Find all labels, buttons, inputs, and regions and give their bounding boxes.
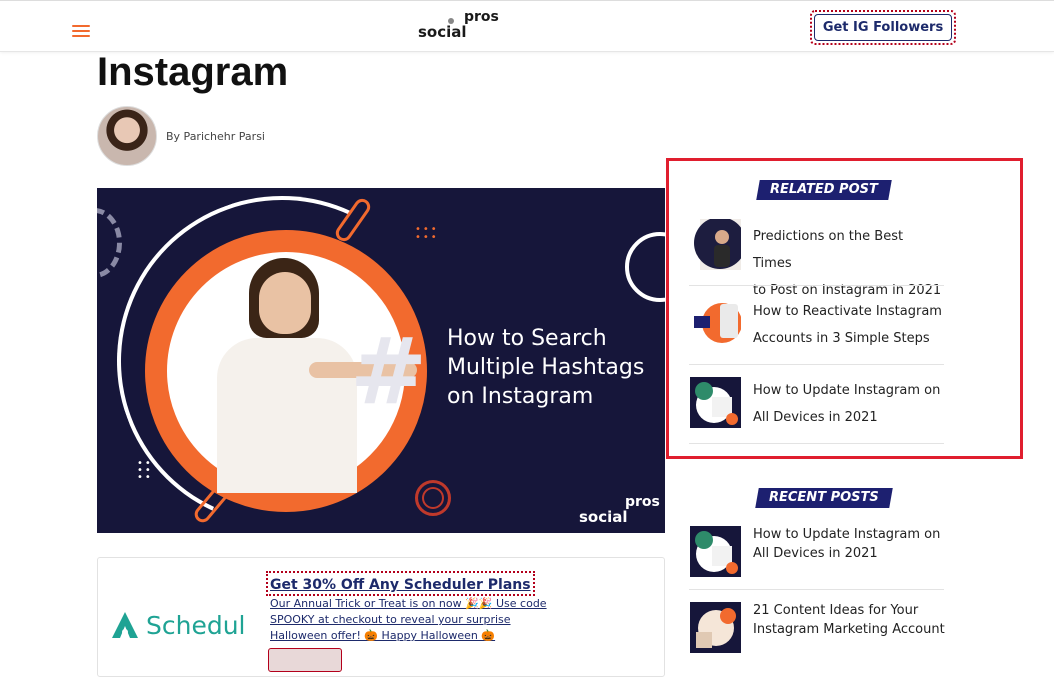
woman-pointing-illustration — [209, 258, 417, 493]
post-title-link[interactable]: How to Update Instagram on All Devices i… — [753, 525, 945, 563]
related-post-heading-text: RELATED POST — [770, 182, 878, 197]
decorative-ring-right — [625, 232, 665, 302]
related-post-item[interactable]: Predictions on the Best Times to Post on… — [689, 207, 944, 298]
hamburger-menu-icon[interactable] — [72, 25, 90, 39]
post-thumbnail[interactable] — [690, 298, 741, 349]
hero-headline-line: How to Search — [447, 326, 607, 351]
post-title-line: How to Update Instagram on — [753, 527, 941, 542]
site-header: social pros Get IG Followers — [0, 0, 1054, 52]
promo-title-focus-outline: Get 30% Off Any Scheduler Plans — [266, 571, 535, 596]
post-title-line: Accounts in 3 Simple Steps — [753, 331, 930, 346]
hero-headline: How to Search Multiple Hashtags on Insta… — [447, 324, 657, 411]
related-post-heading: RELATED POST — [756, 180, 892, 200]
post-title-link[interactable]: 21 Content Ideas for Your Instagram Mark… — [753, 601, 945, 639]
schedul-logo-icon — [110, 610, 140, 640]
decorative-ring-left — [97, 208, 122, 278]
promo-title-link[interactable]: Get 30% Off Any Scheduler Plans — [270, 577, 531, 593]
get-ig-followers-button[interactable]: Get IG Followers — [814, 14, 952, 41]
post-title-line: All Devices in 2021 — [753, 410, 878, 425]
post-thumbnail[interactable] — [690, 219, 741, 270]
dot-grid-icon: •••••• — [415, 224, 439, 243]
recent-post-item[interactable]: 21 Content Ideas for Your Instagram Mark… — [689, 590, 945, 669]
hero-headline-line: on Instagram — [447, 384, 594, 409]
hero-image: ••• ••• •• •• •• # How to Search Multiple H… — [97, 188, 665, 533]
cta-focus-outline: Get IG Followers — [810, 10, 956, 45]
hashtag-icon: # — [350, 318, 428, 425]
logo-pros-text: pros — [464, 9, 499, 25]
hero-logo: social pros — [579, 494, 665, 528]
related-post-item[interactable]: How to Reactivate Instagram Accounts in … — [689, 286, 944, 365]
author-byline[interactable]: By Parichehr Parsi — [166, 130, 265, 143]
hero-headline-line: Multiple Hashtags — [447, 355, 645, 380]
post-title-line: All Devices in 2021 — [753, 546, 878, 561]
decorative-small-ring — [415, 480, 451, 516]
recent-posts-heading: RECENT POSTS — [755, 488, 893, 508]
schedul-logo[interactable]: Schedul — [110, 610, 246, 640]
post-title-line: 21 Content Ideas for Your — [753, 603, 919, 618]
author-avatar — [97, 106, 157, 166]
recent-posts-heading-text: RECENT POSTS — [769, 490, 879, 505]
hero-logo-pros: pros — [625, 494, 660, 510]
dot-grid-icon: •••••• — [137, 458, 153, 483]
promo-body-link[interactable]: Our Annual Trick or Treat is on now 🎉🎉 U… — [270, 596, 560, 644]
post-title-line: Predictions on the Best Times — [753, 229, 904, 271]
logo-dot-icon — [448, 18, 454, 24]
related-post-item[interactable]: How to Update Instagram on All Devices i… — [689, 365, 944, 444]
post-thumbnail[interactable] — [690, 377, 741, 428]
promo-button[interactable] — [268, 648, 342, 672]
post-title-link[interactable]: How to Update Instagram on All Devices i… — [753, 377, 945, 431]
post-title-line: Instagram Marketing Account — [753, 622, 945, 637]
divider — [689, 443, 944, 444]
recent-post-item[interactable]: How to Update Instagram on All Devices i… — [689, 511, 944, 590]
post-thumbnail[interactable] — [690, 602, 741, 653]
page-title: Instagram — [97, 50, 289, 94]
post-thumbnail[interactable] — [690, 526, 741, 577]
schedul-brand-name: Schedul — [146, 610, 246, 640]
site-logo[interactable]: social pros — [418, 9, 508, 43]
logo-social-text: social — [418, 23, 467, 41]
hero-logo-social: social — [579, 508, 628, 526]
post-title-line: How to Update Instagram on — [753, 383, 941, 398]
post-title-link[interactable]: How to Reactivate Instagram Accounts in … — [753, 298, 945, 352]
post-title-line: How to Reactivate Instagram — [753, 304, 942, 319]
promo-card: Schedul Get 30% Off Any Scheduler Plans … — [97, 557, 665, 677]
